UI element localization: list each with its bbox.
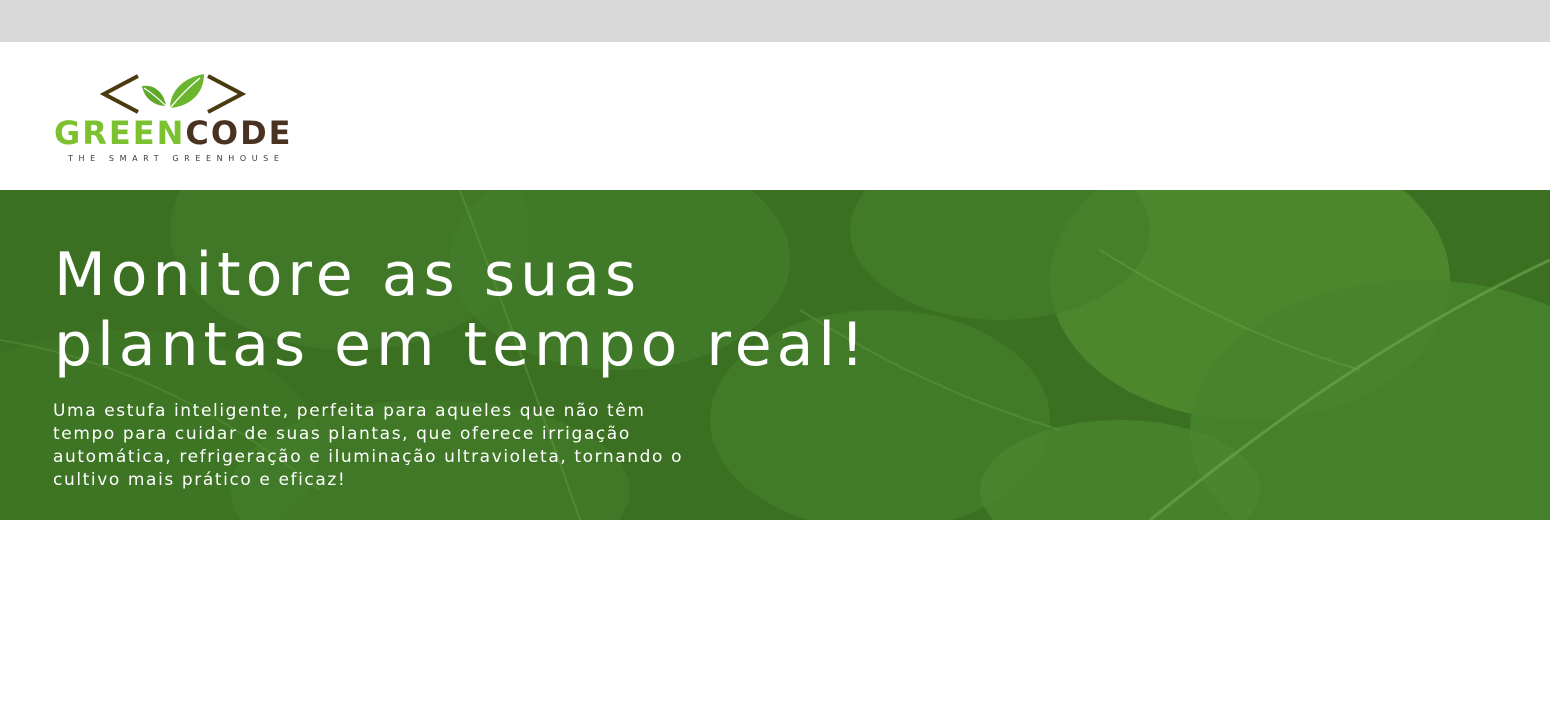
hero-title: Monitore as suas plantas em tempo real! — [54, 240, 1054, 380]
hero-description-line-2: tempo para cuidar de suas plantas, que o… — [53, 424, 631, 444]
logo-tagline: THE SMART GREENHOUSE — [68, 154, 285, 163]
logo-word-green: GREEN — [54, 114, 186, 152]
top-bar — [0, 0, 1550, 42]
hero-description-line-3: automática, refrigeração e iluminação ul… — [53, 447, 684, 467]
hero-title-line-2: plantas em tempo real! — [54, 310, 870, 380]
hero-description-line-4: cultivo mais prático e eficaz! — [53, 470, 347, 490]
logo-wordmark: GREENCODE — [54, 116, 298, 150]
hero-banner: Monitore as suas plantas em tempo real! … — [0, 190, 1550, 520]
greencode-logo[interactable]: GREENCODE THE SMART GREENHOUSE — [54, 72, 298, 166]
hero-description-line-1: Uma estufa inteligente, perfeita para aq… — [53, 401, 646, 421]
logo-word-brown: CODE — [185, 114, 293, 152]
hero-title-line-1: Monitore as suas — [54, 240, 642, 310]
hero-description: Uma estufa inteligente, perfeita para aq… — [53, 400, 883, 492]
code-brackets-leaves-icon — [100, 74, 246, 114]
site-header: GREENCODE THE SMART GREENHOUSE — [0, 42, 1550, 190]
